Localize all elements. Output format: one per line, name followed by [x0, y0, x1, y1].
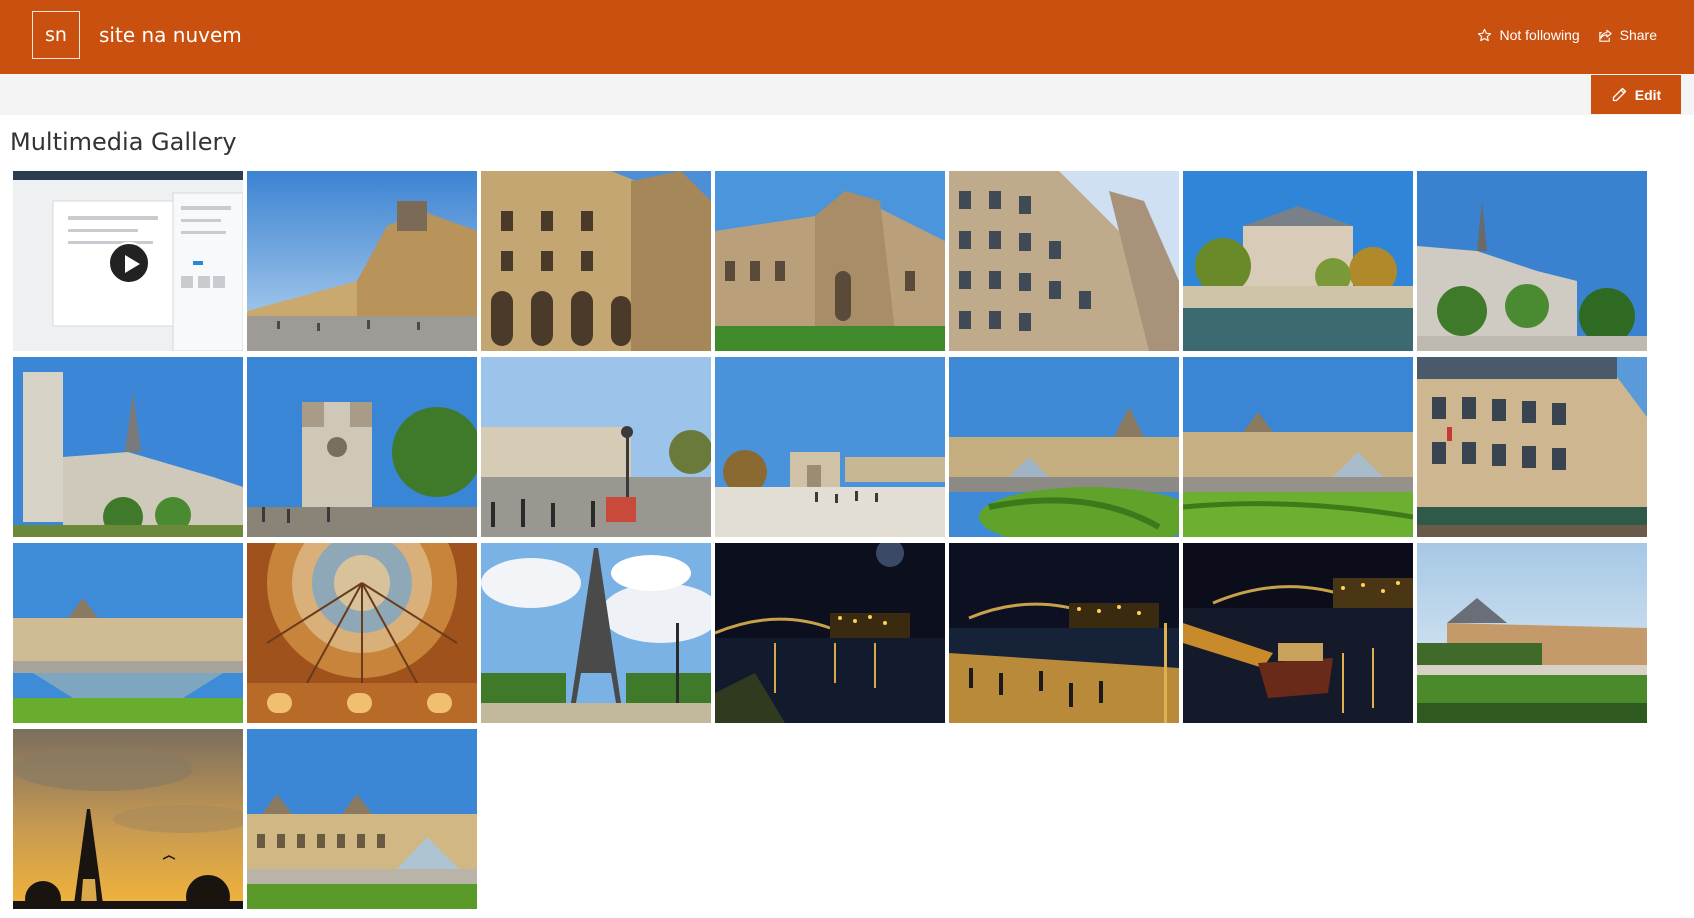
- photo-thumbnail: [481, 357, 711, 537]
- photo-thumbnail: [247, 357, 477, 537]
- photo-thumbnail: [1183, 171, 1413, 351]
- gallery-photo-tile[interactable]: [1417, 543, 1647, 723]
- gallery-photo-tile[interactable]: [715, 543, 945, 723]
- gallery-photo-tile[interactable]: [481, 171, 711, 351]
- gallery-photo-tile[interactable]: [247, 543, 477, 723]
- photo-thumbnail: [715, 357, 945, 537]
- header-actions: Not following Share: [1477, 27, 1657, 43]
- site-logo[interactable]: sn: [32, 11, 80, 59]
- gallery-photo-tile[interactable]: [13, 357, 243, 537]
- edit-label: Edit: [1634, 86, 1662, 103]
- photo-thumbnail: [13, 543, 243, 723]
- gallery-photo-tile[interactable]: [481, 357, 711, 537]
- follow-button[interactable]: Not following: [1477, 27, 1580, 43]
- photo-thumbnail: [949, 171, 1179, 351]
- share-label: Share: [1619, 27, 1657, 43]
- photo-thumbnail: [949, 543, 1179, 723]
- play-icon[interactable]: [108, 242, 150, 284]
- site-header: sn site na nuvem Not following Share: [0, 0, 1694, 74]
- gallery-photo-tile[interactable]: [715, 357, 945, 537]
- photo-thumbnail: [13, 357, 243, 537]
- gallery-photo-tile[interactable]: [715, 171, 945, 351]
- photo-thumbnail: [1417, 171, 1647, 351]
- photo-thumbnail: [247, 543, 477, 723]
- photo-thumbnail: [1183, 543, 1413, 723]
- gallery-photo-tile[interactable]: [1183, 357, 1413, 537]
- gallery-photo-tile[interactable]: [13, 543, 243, 723]
- photo-thumbnail: [1183, 357, 1413, 537]
- gallery-photo-tile[interactable]: [1183, 543, 1413, 723]
- gallery-video-tile[interactable]: [13, 171, 243, 351]
- follow-label: Not following: [1499, 27, 1580, 43]
- media-gallery: [13, 171, 1647, 909]
- gallery-photo-tile[interactable]: [949, 543, 1179, 723]
- photo-thumbnail: [247, 171, 477, 351]
- photo-thumbnail: [13, 729, 243, 909]
- command-bar: Edit: [0, 74, 1694, 115]
- gallery-photo-tile[interactable]: [247, 729, 477, 909]
- photo-thumbnail: [949, 357, 1179, 537]
- photo-thumbnail: [715, 543, 945, 723]
- gallery-photo-tile[interactable]: [949, 357, 1179, 537]
- gallery-photo-tile[interactable]: [481, 543, 711, 723]
- site-title[interactable]: site na nuvem: [99, 23, 242, 47]
- gallery-photo-tile[interactable]: [1417, 357, 1647, 537]
- photo-thumbnail: [481, 543, 711, 723]
- gallery-photo-tile[interactable]: [13, 729, 243, 909]
- photo-thumbnail: [247, 729, 477, 909]
- pencil-icon: [1612, 87, 1626, 101]
- photo-thumbnail: [481, 171, 711, 351]
- gallery-photo-tile[interactable]: [1183, 171, 1413, 351]
- gallery-photo-tile[interactable]: [247, 171, 477, 351]
- gallery-photo-tile[interactable]: [1417, 171, 1647, 351]
- share-icon: [1598, 29, 1612, 42]
- gallery-title: Multimedia Gallery: [10, 128, 237, 156]
- photo-thumbnail: [1417, 357, 1647, 537]
- photo-thumbnail: [715, 171, 945, 351]
- photo-thumbnail: [1417, 543, 1647, 723]
- share-button[interactable]: Share: [1598, 27, 1657, 43]
- star-icon: [1478, 28, 1492, 41]
- gallery-photo-tile[interactable]: [247, 357, 477, 537]
- edit-button[interactable]: Edit: [1591, 75, 1681, 114]
- gallery-photo-tile[interactable]: [949, 171, 1179, 351]
